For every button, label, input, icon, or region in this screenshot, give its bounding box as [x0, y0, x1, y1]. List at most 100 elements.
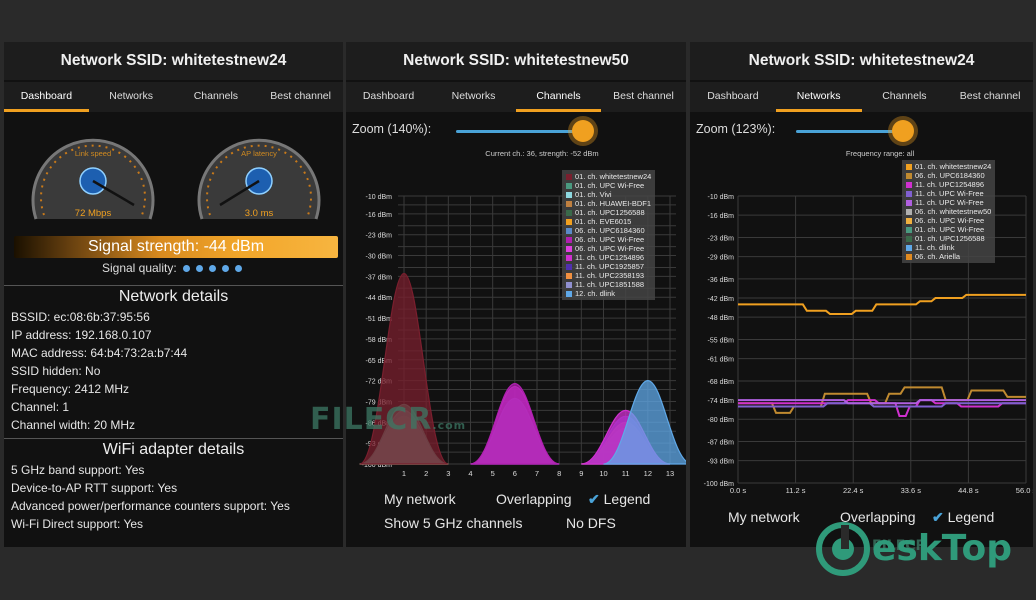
x-tick-label: 12	[644, 469, 652, 478]
legend-item: 11. ch. UPC1851588	[566, 280, 651, 289]
x-tick-label: 8	[557, 469, 561, 478]
networks-panel: Network SSID: whitetestnew24 Dashboard N…	[690, 42, 1033, 547]
legend-label: 06. ch. UPC6184360	[575, 226, 645, 235]
tab-best-channel[interactable]: Best channel	[601, 82, 686, 112]
dashboard-panel: Network SSID: whitetestnew24 Dashboard N…	[4, 42, 343, 547]
legend-label: 12. ch. dlink	[575, 289, 616, 298]
check-icon: ✔	[588, 491, 600, 507]
legend-swatch	[566, 201, 572, 208]
legend-swatch	[566, 273, 572, 280]
legend-label: 01. ch. UPC1256588	[915, 234, 985, 243]
legend-swatch	[566, 228, 572, 235]
ap-latency-label: AP latency	[241, 149, 277, 158]
legend-item: 06. ch. whitetestnew50	[906, 207, 991, 216]
y-tick-label: -30 dBm	[366, 254, 393, 261]
tab-networks[interactable]: Networks	[431, 82, 516, 112]
legend-checkbox[interactable]: ✔ Legend	[588, 491, 650, 508]
zoom-slider-thumb[interactable]	[892, 120, 914, 142]
tab-channels[interactable]: Channels	[174, 82, 259, 112]
y-tick-label: -42 dBm	[708, 296, 735, 303]
adapter-rtt: Device-to-AP RTT support: Yes	[11, 481, 178, 495]
legend-label: 11. ch. dlink	[915, 243, 955, 252]
legend-swatch	[906, 173, 912, 180]
zoom-label: Zoom (140%):	[352, 122, 432, 136]
my-network-toggle[interactable]: My network	[384, 491, 456, 507]
tab-bar: Dashboard Networks Channels Best channel	[4, 82, 343, 112]
tab-networks[interactable]: Networks	[89, 82, 174, 112]
legend-label: 06. ch. UPC Wi-Free	[575, 244, 645, 253]
legend-item: 11. ch. UPC Wi-Free	[906, 189, 991, 198]
channels-panel: Network SSID: whitetestnew50 Dashboard N…	[346, 42, 686, 547]
legend-item: 01. ch. whitetestnew24	[906, 162, 991, 171]
legend-label: 06. ch. UPC Wi-Free	[575, 235, 645, 244]
x-tick-label: 0.0 s	[730, 486, 747, 495]
my-network-toggle[interactable]: My network	[728, 509, 800, 525]
x-tick-label: 56.0 s	[1016, 486, 1033, 495]
overlapping-toggle[interactable]: Overlapping	[840, 509, 916, 525]
zoom-row: Zoom (140%):	[352, 120, 680, 142]
signal-quality-stars	[180, 261, 245, 275]
legend-item: 06. ch. Ariella	[906, 252, 991, 261]
legend-swatch	[566, 264, 572, 271]
no-dfs-toggle[interactable]: No DFS	[566, 515, 616, 531]
legend-swatch	[566, 291, 572, 298]
zoom-slider-track[interactable]	[796, 130, 906, 133]
legend-item: 01. ch. whitetestnew24	[566, 172, 651, 181]
channel-chart-legend: 01. ch. whitetestnew24 01. ch. UPC Wi-Fre…	[562, 170, 656, 300]
legend-label: 01. ch. whitetestnew24	[915, 162, 992, 171]
y-tick-label: -23 dBm	[708, 235, 735, 242]
tab-dashboard[interactable]: Dashboard	[346, 82, 431, 112]
legend-item: 01. ch. UPC Wi-Free	[906, 225, 991, 234]
zoom-slider-track[interactable]	[456, 130, 586, 133]
x-tick-label: 22.4 s	[843, 486, 864, 495]
legend-item: 01. ch. EVE6015	[566, 217, 651, 226]
chart-header: Current ch.: 36, strength: -52 dBm	[485, 149, 598, 158]
detail-ip-address: IP address: 192.168.0.107	[11, 328, 152, 342]
legend-item: 01. ch. Vivi	[566, 190, 651, 199]
legend-label: 06. ch. UPC6184360	[915, 171, 985, 180]
legend-swatch	[906, 209, 912, 216]
legend-checkbox[interactable]: ✔ Legend	[932, 509, 994, 526]
legend-swatch	[566, 192, 572, 199]
detail-bssid: BSSID: ec:08:6b:37:95:56	[11, 310, 150, 324]
legend-swatch	[566, 219, 572, 226]
detail-frequency: Frequency: 2412 MHz	[11, 382, 130, 396]
panel-title: Network SSID: whitetestnew24	[690, 42, 1033, 80]
tab-networks[interactable]: Networks	[775, 82, 862, 112]
tab-dashboard[interactable]: Dashboard	[4, 82, 89, 112]
y-tick-label: -29 dBm	[708, 255, 735, 262]
tab-channels[interactable]: Channels	[516, 82, 601, 112]
legend-swatch	[566, 237, 572, 244]
legend-item: 11. ch. UPC2358193	[566, 271, 651, 280]
tab-dashboard[interactable]: Dashboard	[690, 82, 776, 112]
legend-swatch	[906, 254, 912, 261]
legend-swatch	[566, 246, 572, 253]
legend-label: 01. ch. Vivi	[575, 190, 612, 199]
legend-swatch	[906, 191, 912, 198]
y-tick-label: -44 dBm	[366, 295, 393, 302]
legend-item: 01. ch. UPC1256588	[906, 234, 991, 243]
legend-swatch	[906, 245, 912, 252]
zoom-slider-thumb[interactable]	[572, 120, 594, 142]
tab-best-channel[interactable]: Best channel	[258, 82, 343, 112]
zoom-row: Zoom (123%):	[696, 120, 1027, 142]
x-tick-label: 4	[468, 469, 472, 478]
y-tick-label: -68 dBm	[708, 379, 735, 386]
tab-channels[interactable]: Channels	[862, 82, 948, 112]
signal-strength-bar: Signal strength: -44 dBm	[14, 236, 338, 258]
panel-title: Network SSID: whitetestnew50	[346, 42, 686, 80]
legend-swatch	[906, 200, 912, 207]
overlapping-toggle[interactable]: Overlapping	[496, 491, 572, 507]
legend-label: 11. ch. UPC1851588	[575, 280, 645, 289]
x-tick-label: 11	[622, 469, 630, 478]
y-tick-label: -93 dBm	[708, 459, 735, 466]
legend-swatch	[906, 236, 912, 243]
y-tick-label: -37 dBm	[366, 274, 393, 281]
show-5ghz-toggle[interactable]: Show 5 GHz channels	[384, 515, 523, 531]
legend-swatch	[906, 164, 912, 171]
link-speed-value: 72 Mbps	[74, 208, 112, 219]
tab-best-channel[interactable]: Best channel	[947, 82, 1033, 112]
legend-checkbox-label: Legend	[947, 509, 995, 525]
legend-item: 11. ch. dlink	[906, 243, 991, 252]
y-tick-label: -55 dBm	[708, 338, 735, 345]
